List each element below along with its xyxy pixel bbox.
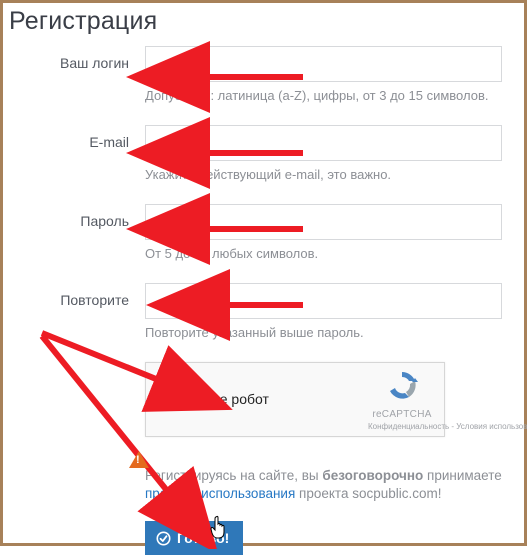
terms-link[interactable]: правила использования	[145, 486, 295, 501]
submit-label: Готово!	[177, 530, 229, 546]
label-password: Пароль	[5, 204, 145, 229]
row-password: Пароль От 5 до 25 любых символов.	[5, 204, 522, 281]
password-input[interactable]	[145, 204, 502, 240]
label-password-repeat: Повторите	[5, 283, 145, 308]
recaptcha-branding: reCAPTCHA Конфиденциальность - Условия и…	[368, 369, 436, 431]
row-login: Ваш логин Допустимо: латиница (a-Z), циф…	[5, 46, 522, 123]
login-input[interactable]	[145, 46, 502, 82]
label-login: Ваш логин	[5, 46, 145, 71]
row-email: E-mail Укажите действующий e-mail, это в…	[5, 125, 522, 202]
recaptcha-widget[interactable]: Я не робот reCAPTCHA Конфиденциальность …	[145, 362, 445, 437]
page-title: Регистрация	[5, 1, 522, 46]
recaptcha-label: Я не робот	[198, 391, 269, 407]
hint-password: От 5 до 25 любых символов.	[145, 246, 502, 263]
submit-button[interactable]: Готово!	[145, 521, 243, 555]
hint-login: Допустимо: латиница (a-Z), цифры, от 3 д…	[145, 88, 502, 105]
email-input[interactable]	[145, 125, 502, 161]
row-password-repeat: Повторите Повторите указанный выше парол…	[5, 283, 522, 360]
label-email: E-mail	[5, 125, 145, 150]
password-repeat-input[interactable]	[145, 283, 502, 319]
submit-check-icon	[156, 531, 171, 546]
recaptcha-logo-icon	[384, 369, 420, 403]
row-recaptcha: Я не робот reCAPTCHA Конфиденциальность …	[5, 362, 522, 555]
terms-text: Регистрируясь на сайте, вы безоговорочно…	[145, 467, 502, 503]
hint-email: Укажите действующий e-mail, это важно.	[145, 167, 502, 184]
recaptcha-checkmark-icon	[160, 386, 186, 412]
hint-password-repeat: Повторите указанный выше пароль.	[145, 325, 502, 342]
